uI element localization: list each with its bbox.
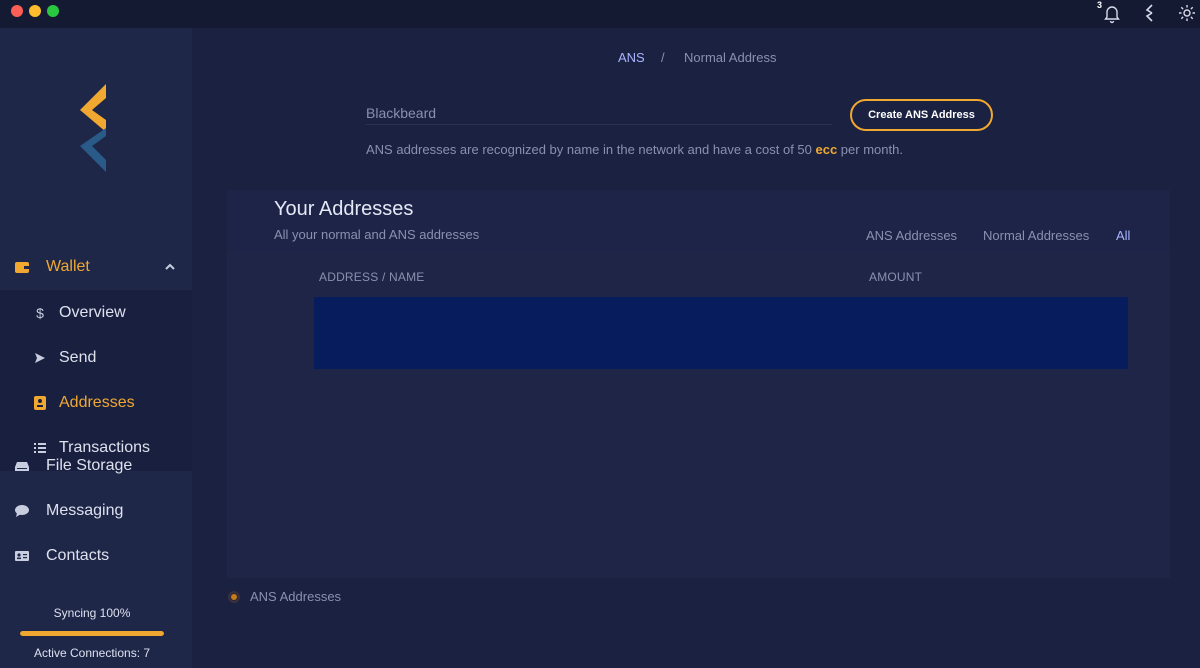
filter-normal-addresses[interactable]: Normal Addresses [983,228,1089,243]
panel-title: Your Addresses [274,198,414,220]
active-connections: Active Connections: 7 [33,646,151,660]
legend-ans-addresses: ANS Addresses [250,589,342,604]
ans-legend-dot [228,591,240,603]
chevron-up-icon[interactable] [164,260,176,272]
sync-status: Syncing 100% [53,606,131,620]
addresses-panel-header: Your Addresses All your normal and ANS a… [227,190,1170,252]
sidebar-item-label: Send [59,348,97,366]
ans-info-text: ANS addresses are recognized by name in … [366,142,903,157]
app-logo [68,80,116,176]
bell-icon[interactable] [1101,2,1123,24]
sidebar-item-label: Messaging [46,501,124,519]
sync-progress-fill [20,631,164,636]
gear-icon[interactable] [1176,2,1198,24]
column-header-address: ADDRESS / NAME [319,270,425,284]
table-row[interactable] [314,297,1128,369]
ecc-logo-icon[interactable] [1139,2,1161,24]
create-ans-address-button[interactable]: Create ANS Address [850,99,993,131]
sidebar-item-file-storage[interactable]: File Storage [0,443,192,488]
sidebar-item-label: Overview [59,303,126,321]
sidebar-item-addresses[interactable]: Addresses [0,380,192,425]
contact-card-icon [14,549,30,563]
sidebar-item-contacts[interactable]: Contacts [0,533,192,578]
send-icon [33,351,47,365]
column-header-amount: AMOUNT [869,270,923,284]
address-book-icon [33,395,47,410]
sidebar: Wallet $ Overview Send Addresses Transac… [0,28,192,668]
sidebar-item-wallet[interactable]: Wallet [0,244,192,290]
addresses-panel: Your Addresses All your normal and ANS a… [227,190,1170,578]
currency-label: ecc [815,142,838,157]
info-text-part: ANS addresses are recognized by name in … [366,142,816,157]
dollar-icon: $ [36,304,44,321]
sidebar-item-messaging[interactable]: Messaging [0,488,192,533]
sidebar-item-label: Wallet [46,258,90,275]
hard-drive-icon [14,459,30,473]
chat-bubble-icon [14,504,30,518]
tab-ans[interactable]: ANS [618,50,645,65]
filter-ans-addresses[interactable]: ANS Addresses [866,228,957,243]
sidebar-item-label: Contacts [46,546,110,564]
panel-subtitle: All your normal and ANS addresses [274,227,480,242]
window-close-button[interactable] [11,5,23,17]
window-minimize-button[interactable] [29,5,41,17]
filter-all[interactable]: All [1116,228,1130,243]
sync-progress-bar [20,631,164,636]
sidebar-item-send[interactable]: Send [0,335,192,380]
sidebar-item-label: Addresses [59,393,135,411]
wallet-icon [14,260,30,274]
tab-normal-address[interactable]: Normal Address [684,50,776,65]
breadcrumb-separator: / [661,50,665,65]
title-bar: 3 [0,0,1200,28]
ans-name-input[interactable] [366,101,832,125]
sidebar-item-label: File Storage [46,456,133,474]
window-maximize-button[interactable] [47,5,59,17]
sidebar-item-overview[interactable]: $ Overview [0,290,192,335]
info-text-part: per month. [837,142,903,157]
